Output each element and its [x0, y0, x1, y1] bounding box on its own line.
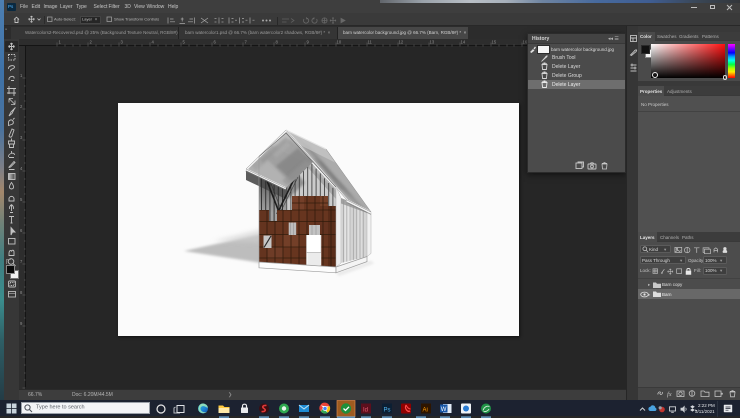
svg-text:W: W	[441, 406, 447, 412]
svg-text:8: 8	[20, 290, 23, 295]
svg-text:fx: fx	[667, 391, 672, 398]
svg-text:7: 7	[245, 39, 248, 44]
svg-text:2: 2	[20, 104, 23, 109]
svg-text:3: 3	[121, 39, 124, 44]
svg-text:6: 6	[214, 39, 217, 44]
svg-text:14: 14	[461, 39, 466, 44]
svg-text:Ps: Ps	[384, 407, 391, 413]
svg-text:Id: Id	[363, 407, 368, 413]
svg-text:1: 1	[59, 39, 62, 44]
svg-text:6: 6	[20, 228, 23, 233]
svg-text:2: 2	[90, 39, 93, 44]
svg-text:13: 13	[430, 39, 435, 44]
svg-text:8: 8	[276, 39, 279, 44]
svg-text:Ai: Ai	[423, 407, 428, 413]
svg-text:4: 4	[152, 39, 155, 44]
svg-text:11: 11	[368, 39, 373, 44]
svg-text:7: 7	[20, 259, 23, 264]
svg-text:15: 15	[492, 39, 497, 44]
svg-text:10: 10	[337, 39, 342, 44]
svg-text:12: 12	[399, 39, 404, 44]
svg-text:4: 4	[20, 166, 23, 171]
svg-text:5: 5	[20, 197, 23, 202]
svg-text:9: 9	[307, 39, 310, 44]
svg-text:5: 5	[183, 39, 186, 44]
svg-text:3: 3	[20, 135, 23, 140]
svg-text:1: 1	[20, 73, 23, 78]
svg-text:9: 9	[20, 321, 23, 326]
